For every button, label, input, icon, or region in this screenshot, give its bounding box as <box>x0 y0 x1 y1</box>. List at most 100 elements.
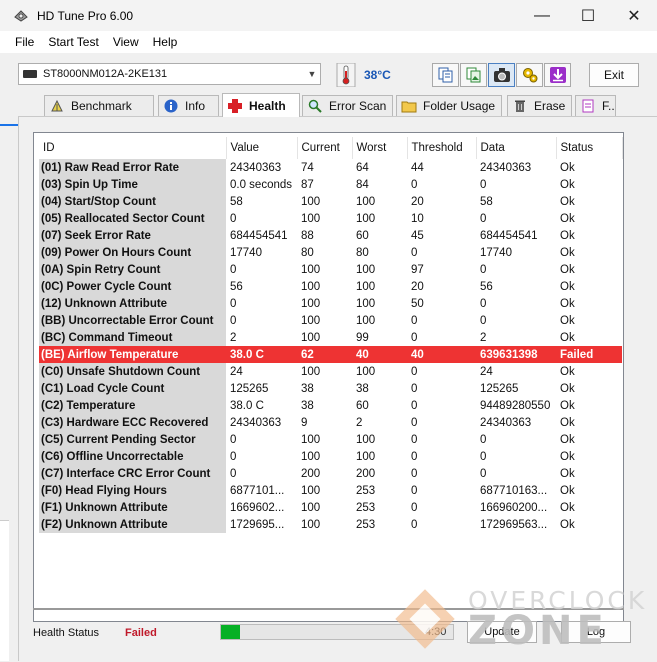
table-row[interactable]: (BE) Airflow Temperature 38.0 C 62 40 40 6396… <box>39 346 622 363</box>
cell-data: 24340363 <box>480 416 532 429</box>
cell-worst: 253 <box>356 501 376 514</box>
tab-erase[interactable]: Erase <box>507 95 572 116</box>
copy-text-button[interactable] <box>432 63 459 87</box>
cell-threshold: 0 <box>411 433 418 446</box>
column-header-worst[interactable]: Worst <box>352 137 408 159</box>
column-header-current[interactable]: Current <box>297 137 353 159</box>
cell-worst: 100 <box>356 314 376 327</box>
cell-current: 62 <box>297 346 352 363</box>
log-button[interactable]: Log <box>561 621 631 643</box>
column-header-threshold[interactable]: Threshold <box>407 137 477 159</box>
maximize-button[interactable]: ☐ <box>565 0 611 31</box>
cell-status: Ok <box>560 365 575 378</box>
table-row[interactable]: (04) Start/Stop Count 58 100 100 20 58 Ok <box>39 193 622 210</box>
camera-icon <box>493 68 510 82</box>
cell-status: Ok <box>560 450 575 463</box>
table-row[interactable]: (C2) Temperature 38.0 C 38 60 0 94489280550 Ok <box>39 397 622 414</box>
cell-id: (05) Reallocated Sector Count <box>39 210 226 227</box>
cell-status: Ok <box>560 467 575 480</box>
cell-id: (BB) Uncorrectable Error Count <box>39 312 226 329</box>
cell-value: 38.0 C <box>226 346 297 363</box>
cell-id: (C0) Unsafe Shutdown Count <box>39 363 226 380</box>
thermometer-icon <box>336 63 356 87</box>
temperature-readout: 38°C <box>364 68 391 82</box>
table-header-row: ID Value Current Worst Threshold Data St… <box>39 137 623 159</box>
cell-data: 684454541 <box>480 229 538 242</box>
table-row[interactable]: (F2) Unknown Attribute 1729695... 100 253 0 1… <box>39 516 622 533</box>
save-button[interactable] <box>544 63 571 87</box>
table-row[interactable]: (0C) Power Cycle Count 56 100 100 20 56 Ok <box>39 278 622 295</box>
trash-icon <box>512 98 528 114</box>
tab-file-benchmark[interactable]: F.. <box>575 95 616 116</box>
cell-current: 100 <box>301 365 321 378</box>
cell-worst: 100 <box>356 212 376 225</box>
cell-value: 684454541 <box>230 229 288 242</box>
column-header-id[interactable]: ID <box>39 137 227 159</box>
cell-value: 1729695... <box>230 518 285 531</box>
smart-attributes-list[interactable]: ID Value Current Worst Threshold Data St… <box>33 132 624 622</box>
cell-threshold: 0 <box>411 484 418 497</box>
cell-current: 100 <box>301 518 321 531</box>
cell-status: Ok <box>560 416 575 429</box>
table-row[interactable]: (05) Reallocated Sector Count 0 100 100 10 0 O… <box>39 210 622 227</box>
table-row[interactable]: (C1) Load Cycle Count 125265 38 38 0 125265 Ok <box>39 380 622 397</box>
table-row[interactable]: (BC) Command Timeout 2 100 99 0 2 Ok <box>39 329 622 346</box>
drive-select[interactable]: ST8000NM012A-2KE131 ▼ <box>18 63 321 85</box>
cell-threshold: 0 <box>411 178 418 191</box>
table-row[interactable]: (F0) Head Flying Hours 6877101... 100 253 0 6… <box>39 482 622 499</box>
cell-data: 125265 <box>480 382 519 395</box>
exit-button[interactable]: Exit <box>589 63 639 87</box>
options-button[interactable] <box>516 63 543 87</box>
table-row[interactable]: (F1) Unknown Attribute 1669602... 100 253 0 1… <box>39 499 622 516</box>
table-row[interactable]: (C7) Interface CRC Error Count 0 200 200 0 0 O… <box>39 465 622 482</box>
health-cross-icon <box>227 98 243 114</box>
cell-worst: 100 <box>356 297 376 310</box>
cell-current: 38 <box>301 399 314 412</box>
cell-status: Ok <box>560 399 575 412</box>
tab-folder-usage[interactable]: Folder Usage <box>396 95 502 116</box>
cell-value: 0.0 seconds <box>230 178 293 191</box>
table-row[interactable]: (0A) Spin Retry Count 0 100 100 97 0 Ok <box>39 261 622 278</box>
copy-image-icon <box>466 67 480 83</box>
cell-worst: 100 <box>356 263 376 276</box>
column-header-value[interactable]: Value <box>226 137 298 159</box>
menu-view[interactable]: View <box>106 35 146 49</box>
window-title: HD Tune Pro 6.00 <box>37 8 134 23</box>
tab-error-scan[interactable]: Error Scan <box>302 95 393 116</box>
close-button[interactable]: ✕ <box>611 0 657 31</box>
column-header-status[interactable]: Status <box>556 137 623 159</box>
cell-current: 100 <box>301 314 321 327</box>
tab-benchmark[interactable]: Benchmark <box>44 95 154 116</box>
cell-worst: 2 <box>356 416 363 429</box>
table-row[interactable]: (C6) Offline Uncorrectable 0 100 100 0 0 Ok <box>39 448 622 465</box>
cell-id: (F1) Unknown Attribute <box>39 499 226 516</box>
table-row[interactable]: (C3) Hardware ECC Recovered 24340363 9 2 0 24… <box>39 414 622 431</box>
cell-worst: 100 <box>356 195 376 208</box>
table-row[interactable]: (07) Seek Error Rate 684454541 88 60 45 68445… <box>39 227 622 244</box>
cell-threshold: 40 <box>407 346 476 363</box>
table-row[interactable]: (C0) Unsafe Shutdown Count 24 100 100 0 24 Ok <box>39 363 622 380</box>
table-row[interactable]: (01) Raw Read Error Rate 24340363 74 64 44 24… <box>39 159 622 176</box>
hdtune-app-icon <box>14 9 28 22</box>
menu-help[interactable]: Help <box>146 35 185 49</box>
table-row[interactable]: (09) Power On Hours Count 17740 80 80 0 17740… <box>39 244 622 261</box>
tab-health[interactable]: Health <box>222 93 300 117</box>
cell-data: 639631398 <box>476 346 556 363</box>
tab-info[interactable]: Info <box>158 95 219 116</box>
progress-fill <box>221 625 240 639</box>
minimize-button[interactable]: — <box>519 0 565 31</box>
table-row[interactable]: (C5) Current Pending Sector 0 100 100 0 0 Ok <box>39 431 622 448</box>
copy-image-button[interactable] <box>460 63 487 87</box>
menu-file[interactable]: File <box>8 35 41 49</box>
table-row[interactable]: (BB) Uncorrectable Error Count 0 100 100 0 0 O… <box>39 312 622 329</box>
update-button[interactable]: Update <box>467 621 537 643</box>
copy-document-icon <box>438 67 452 83</box>
cell-threshold: 50 <box>411 297 424 310</box>
screenshot-button[interactable] <box>488 63 515 87</box>
cell-status: Ok <box>560 178 575 191</box>
cell-worst: 253 <box>356 484 376 497</box>
table-row[interactable]: (03) Spin Up Time 0.0 seconds 87 84 0 0 Ok <box>39 176 622 193</box>
menu-start-test[interactable]: Start Test <box>41 35 105 49</box>
table-row[interactable]: (12) Unknown Attribute 0 100 100 50 0 Ok <box>39 295 622 312</box>
column-header-data[interactable]: Data <box>476 137 557 159</box>
